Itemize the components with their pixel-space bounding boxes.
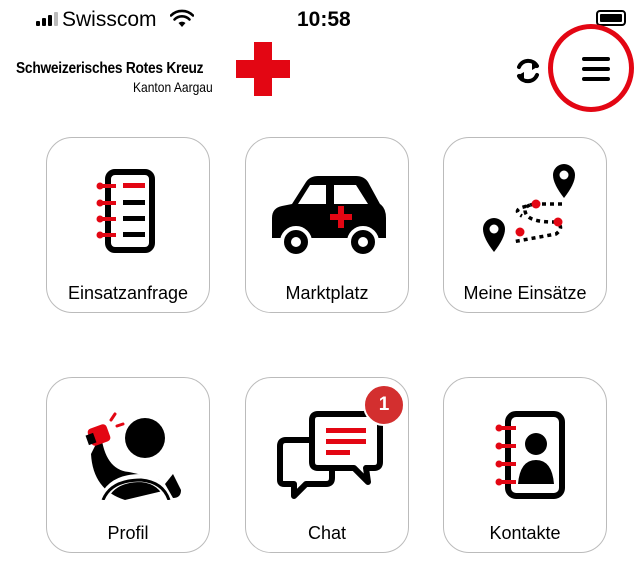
hamburger-menu-icon[interactable] <box>582 56 610 82</box>
carrier-name: Swisscom <box>62 8 157 31</box>
sync-icon[interactable] <box>511 54 545 88</box>
unread-badge: 1 <box>363 384 405 426</box>
tile-label: Meine Einsätze <box>463 283 587 303</box>
tile-einsatzanfrage[interactable]: Einsatzanfrage <box>46 137 210 313</box>
signal-strength-icon <box>36 12 58 26</box>
tile-kontakte[interactable]: Kontakte <box>443 377 607 553</box>
route-map-icon <box>483 164 575 252</box>
battery-icon <box>596 10 626 26</box>
notebook-icon <box>96 169 155 253</box>
organization-name: Schweizerisches Rotes Kreuz <box>16 60 204 77</box>
tile-label: Chat <box>307 523 347 543</box>
tile-meine-einsaetze[interactable]: Meine Einsätze <box>443 137 607 313</box>
tile-label: Profil <box>107 523 149 543</box>
organization-subtitle: Kanton Aargau <box>133 79 213 95</box>
status-bar: Swisscom 10:58 <box>0 0 637 40</box>
wifi-icon <box>170 9 194 27</box>
tile-profil[interactable]: Profil <box>46 377 210 553</box>
red-cross-icon <box>236 42 290 96</box>
ambulance-car-icon <box>272 176 386 258</box>
tile-label: Marktplatz <box>285 283 369 303</box>
tile-marktplatz[interactable]: Marktplatz <box>245 137 409 313</box>
clock: 10:58 <box>297 8 351 31</box>
driver-profile-icon <box>85 412 181 500</box>
contact-book-icon <box>495 411 565 499</box>
tile-label: Kontakte <box>489 523 561 543</box>
tile-label: Einsatzanfrage <box>67 283 189 303</box>
